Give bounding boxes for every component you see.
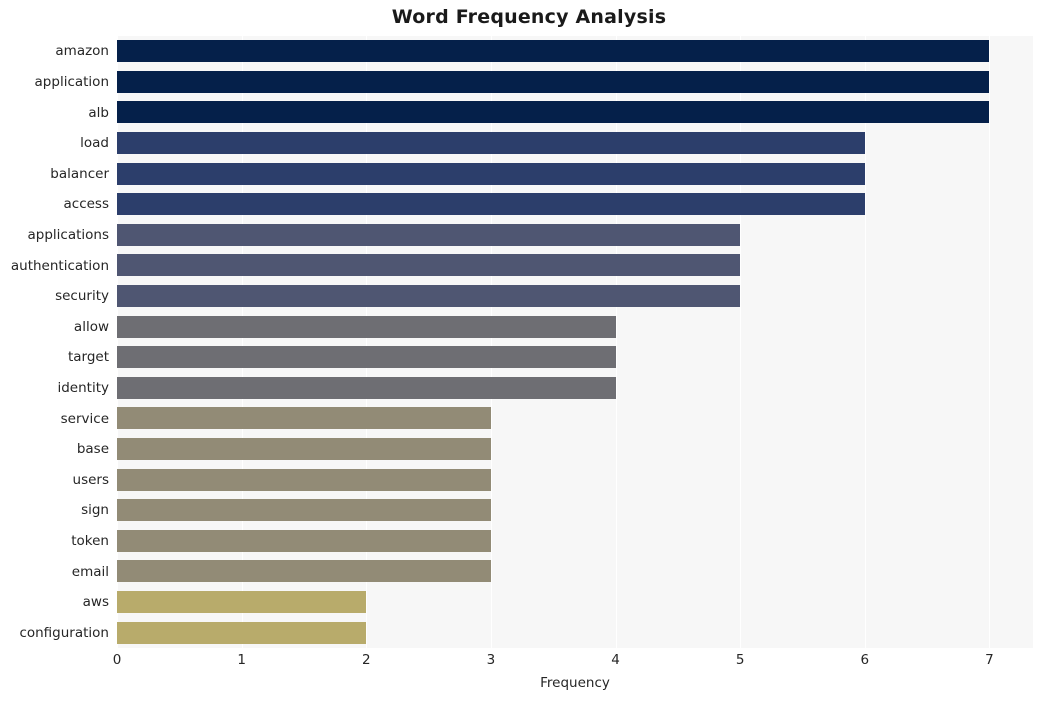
x-tick-label: 0 bbox=[112, 652, 122, 668]
bar bbox=[117, 254, 741, 277]
bar bbox=[117, 438, 491, 461]
y-tick-label: base bbox=[76, 441, 109, 458]
x-tick-label: 2 bbox=[361, 652, 371, 668]
x-tick-label: 4 bbox=[611, 652, 620, 668]
bar bbox=[117, 101, 990, 124]
y-tick-label: amazon bbox=[55, 43, 109, 60]
y-tick-label: balancer bbox=[50, 165, 109, 182]
y-tick-label: alb bbox=[88, 104, 109, 121]
bar-row bbox=[117, 434, 1033, 465]
bar-row bbox=[117, 189, 1033, 220]
x-tick-label: 3 bbox=[486, 652, 496, 668]
y-axis-tick-labels: amazon application alb load balancer access ap… bbox=[0, 36, 117, 648]
bar bbox=[117, 223, 741, 246]
bar-row bbox=[117, 373, 1033, 404]
bar bbox=[117, 193, 865, 216]
bar-row bbox=[117, 311, 1033, 342]
bar bbox=[117, 285, 741, 308]
bar bbox=[117, 70, 990, 93]
word-frequency-bar-chart: Word Frequency Analysis amazon applicatio… bbox=[0, 0, 1058, 701]
bar bbox=[117, 346, 616, 369]
x-tick-label: 6 bbox=[860, 652, 870, 668]
bar-row bbox=[117, 158, 1033, 189]
bar bbox=[117, 560, 491, 583]
y-tick-label: sign bbox=[81, 502, 109, 519]
plot-area bbox=[117, 36, 1033, 648]
y-tick-label: aws bbox=[82, 594, 109, 611]
y-tick-label: users bbox=[72, 471, 109, 488]
bar-row bbox=[117, 67, 1033, 98]
y-tick-label: configuration bbox=[19, 624, 109, 641]
bar bbox=[117, 315, 616, 338]
bar bbox=[117, 468, 491, 491]
y-tick-label: identity bbox=[57, 379, 109, 396]
y-tick-label: authentication bbox=[10, 257, 109, 274]
y-tick-label: token bbox=[71, 532, 109, 549]
bar-row bbox=[117, 342, 1033, 373]
bar bbox=[117, 376, 616, 399]
y-tick-label: access bbox=[63, 196, 110, 213]
bar bbox=[117, 591, 367, 614]
bar-row bbox=[117, 526, 1033, 557]
x-tick-label: 5 bbox=[735, 652, 745, 668]
bar bbox=[117, 407, 491, 430]
bar-row bbox=[117, 97, 1033, 128]
bar bbox=[117, 132, 865, 155]
bar bbox=[117, 621, 367, 644]
y-tick-label: email bbox=[71, 563, 109, 580]
bar-row bbox=[117, 617, 1033, 648]
bar bbox=[117, 40, 990, 63]
y-tick-label: applications bbox=[27, 226, 109, 243]
bar bbox=[117, 162, 865, 185]
bar-row bbox=[117, 281, 1033, 312]
y-tick-label: service bbox=[60, 410, 109, 427]
y-tick-label: application bbox=[34, 73, 109, 90]
bar-row bbox=[117, 495, 1033, 526]
bar-row bbox=[117, 36, 1033, 67]
y-tick-label: allow bbox=[73, 318, 109, 335]
y-tick-label: target bbox=[67, 349, 109, 366]
bar-row bbox=[117, 403, 1033, 434]
bar bbox=[117, 499, 491, 522]
y-tick-label: load bbox=[80, 135, 109, 152]
bar-row bbox=[117, 464, 1033, 495]
chart-title: Word Frequency Analysis bbox=[391, 6, 667, 28]
x-tick-label: 1 bbox=[237, 652, 246, 668]
bar-row bbox=[117, 250, 1033, 281]
bar bbox=[117, 529, 491, 552]
x-tick-label: 7 bbox=[985, 652, 994, 668]
bar-row bbox=[117, 220, 1033, 251]
bar-row bbox=[117, 128, 1033, 159]
bar-row bbox=[117, 587, 1033, 618]
bar-row bbox=[117, 556, 1033, 587]
y-tick-label: security bbox=[55, 288, 109, 305]
x-axis-title: Frequency bbox=[540, 675, 610, 691]
